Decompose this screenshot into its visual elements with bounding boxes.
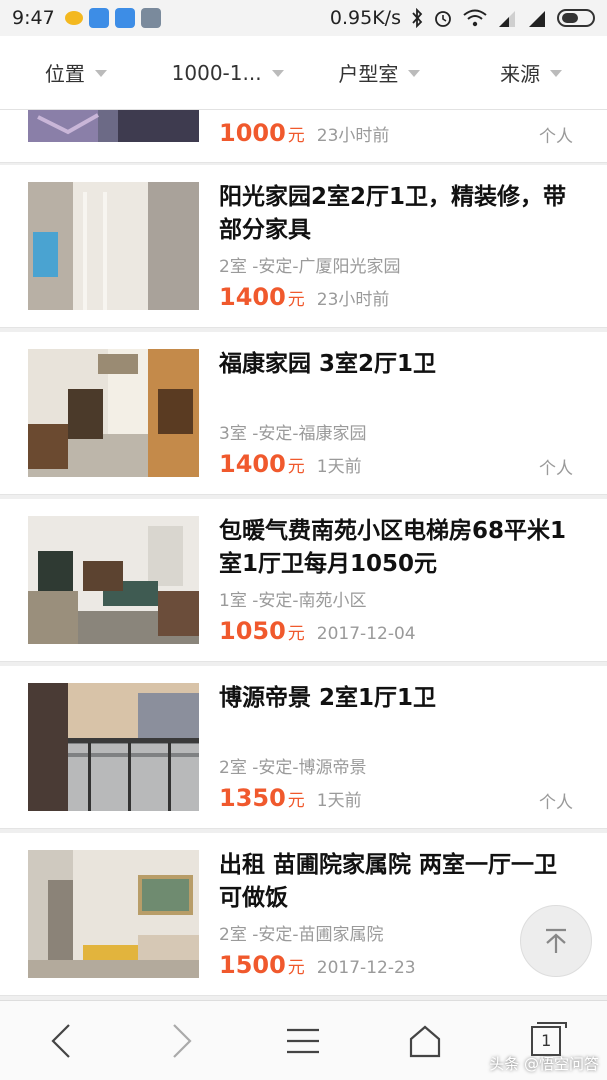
listing-meta: 2室 -安定-博源帝景 (219, 758, 367, 778)
listing-photo (28, 516, 199, 644)
listing-time: 2017-12-04 (316, 624, 416, 644)
alarm-icon (435, 11, 451, 27)
listing-card[interactable]: 博源帝景 2室1厅1卫 2室 -安定-博源帝景 1350 元 1天前 个人 (0, 666, 607, 829)
forward-button[interactable] (152, 1011, 212, 1071)
browser-app-icon (88, 8, 109, 28)
listing-price: 1500 元 (219, 951, 305, 979)
filter-location-label: 位置 (44, 62, 85, 86)
filter-room-type[interactable]: 户型室 (304, 36, 456, 109)
home-button[interactable] (395, 1011, 455, 1071)
listing-price: 1000 元 (219, 119, 305, 147)
filter-price-label: 1000-1... (171, 60, 262, 85)
back-button[interactable] (31, 1011, 91, 1071)
listing-meta: 2室 -安定-苗圃家属院 (219, 925, 384, 945)
battery-icon (557, 9, 595, 27)
listing-time: 2017-12-23 (316, 958, 416, 978)
listing-time: 1天前 (316, 791, 362, 811)
filter-location[interactable]: 位置 (0, 36, 152, 109)
listing-title: 包暖气费南苑小区电梯房68平米1室1厅卫每月1050元 (219, 518, 567, 577)
listing-card[interactable]: 包暖气费南苑小区电梯房68平米1室1厅卫每月1050元 1室 -安定-南苑小区 … (0, 499, 607, 662)
listing-source: 个人 (539, 793, 573, 813)
cloud-app-icon (114, 8, 135, 28)
bluetooth-icon (412, 8, 423, 28)
notes-app-icon (140, 8, 161, 28)
listing-meta: 1室 -安定-南苑小区 (219, 591, 367, 611)
listing-card[interactable]: 出租 苗圃院家属院 两室一厅一卫 可做饭 2室 -安定-苗圃家属院 1500 元 … (0, 833, 607, 996)
listing-price: 1350 元 (219, 784, 305, 812)
arrow-up-icon (546, 928, 566, 953)
filter-price[interactable]: 1000-1... (152, 36, 304, 109)
notification-app-icon (64, 11, 83, 25)
network-speed: 0.95K/s (329, 7, 401, 29)
listing-source: 个人 (539, 459, 573, 479)
listing-meta: 2室 -安定-广厦阳光家园 (219, 257, 401, 277)
status-time: 9:47 (12, 7, 55, 29)
filter-source[interactable]: 来源 (455, 36, 607, 109)
watermark: 头条 @悟空问答 (489, 1053, 599, 1074)
listing-time: 1天前 (316, 457, 362, 477)
listing-list: 1000 元 23小时前 个人 阳光家园2室2厅1卫，精装修，带部分家具 2室 -… (0, 110, 607, 1000)
listing-meta: 3室 -安定-福康家园 (219, 424, 367, 444)
listing-title: 阳光家园2室2厅1卫，精装修，带部分家具 (219, 184, 567, 243)
listing-price: 1400 元 (219, 283, 305, 311)
listing-title: 博源帝景 2室1厅1卫 (219, 685, 437, 711)
chevron-right-icon (173, 1023, 192, 1058)
listing-source: 个人 (539, 127, 573, 147)
wifi-icon (463, 9, 487, 27)
tab-count: 1 (531, 1021, 568, 1056)
signal-icon-2 (529, 11, 545, 27)
chevron-left-icon (51, 1023, 70, 1058)
listing-card[interactable]: 福康家园 3室2厅1卫 3室 -安定-福康家园 1400 元 1天前 个人 (0, 332, 607, 495)
listing-photo (28, 110, 199, 142)
filter-source-label: 来源 (500, 62, 541, 86)
home-icon (409, 1025, 440, 1057)
menu-button[interactable] (273, 1011, 333, 1071)
watermark-text: 头条 @悟空问答 (489, 1055, 599, 1073)
chevron-down-icon (271, 70, 284, 77)
listing-title: 福康家园 3室2厅1卫 (219, 351, 437, 377)
listing-price: 1400 元 (219, 450, 305, 478)
listing-photo (28, 182, 199, 310)
filter-bar: 位置 1000-1... 户型室 来源 (0, 36, 607, 110)
back-to-top-button[interactable] (520, 905, 592, 977)
menu-icon (287, 1028, 320, 1053)
status-bar: 9:47 0.95K/s (0, 0, 607, 36)
listing-time: 23小时前 (316, 126, 390, 146)
listing-photo (28, 850, 199, 978)
chevron-down-icon (408, 70, 421, 77)
chevron-down-icon (550, 70, 563, 77)
signal-icon-1 (499, 11, 515, 27)
listing-photo (28, 683, 199, 811)
listing-card[interactable]: 阳光家园2室2厅1卫，精装修，带部分家具 2室 -安定-广厦阳光家园 1400 元… (0, 165, 607, 328)
listing-photo (28, 349, 199, 477)
chevron-down-icon (94, 70, 107, 77)
listing-title: 出租 苗圃院家属院 两室一厅一卫 可做饭 (219, 852, 558, 911)
listing-time: 23小时前 (316, 290, 390, 310)
listing-card[interactable]: 1000 元 23小时前 个人 (0, 110, 607, 163)
filter-room-type-label: 户型室 (338, 62, 399, 86)
listing-price: 1050 元 (219, 617, 305, 645)
